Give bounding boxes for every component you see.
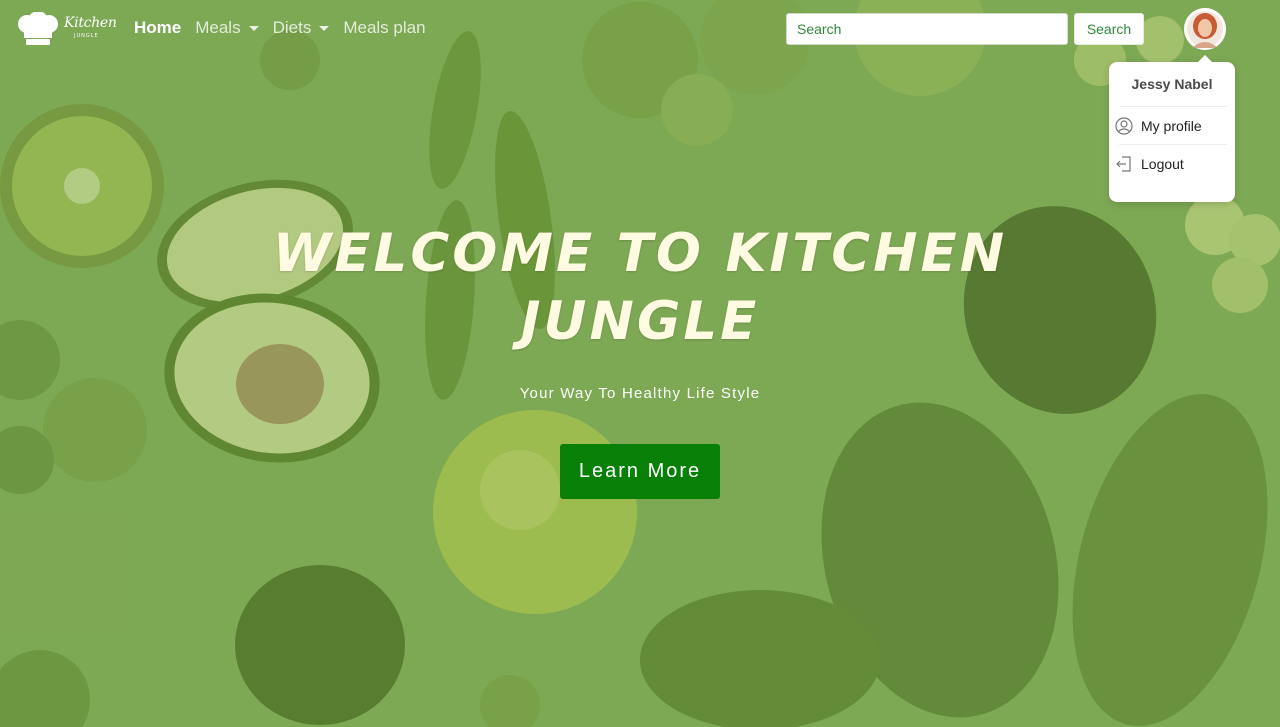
user-circle-icon bbox=[1115, 117, 1133, 135]
user-name: Jessy Nabel bbox=[1131, 76, 1213, 92]
hero-title: WELCOME TO KITCHEN JUNGLE bbox=[272, 223, 1008, 352]
search-button[interactable]: Search bbox=[1074, 13, 1144, 45]
menu-item-logout[interactable]: Logout bbox=[1115, 151, 1231, 177]
page: Kitchen JUNGLE Home Meals Diets Meals pl… bbox=[0, 0, 1280, 727]
caret-down-icon bbox=[319, 25, 330, 31]
brand-name: Kitchen bbox=[64, 15, 117, 31]
user-avatar-icon bbox=[1184, 8, 1226, 50]
chef-hat-icon bbox=[18, 12, 58, 45]
avatar[interactable] bbox=[1184, 8, 1226, 50]
nav-item-meals-plan[interactable]: Meals plan bbox=[343, 18, 425, 38]
hero-subtitle: Your Way To Healthy Life Style bbox=[519, 385, 761, 402]
menu-item-my-profile[interactable]: My profile bbox=[1115, 113, 1231, 139]
background-overlay bbox=[0, 0, 1280, 727]
nav-item-label: Meals bbox=[195, 18, 241, 37]
search-input[interactable] bbox=[786, 13, 1068, 45]
brand-logo[interactable]: Kitchen JUNGLE bbox=[16, 10, 117, 48]
divider bbox=[1119, 106, 1227, 107]
logout-icon bbox=[1116, 156, 1131, 172]
nav-item-label: Meals plan bbox=[343, 18, 426, 37]
user-dropdown-menu: Jessy Nabel My profile Logout bbox=[1109, 55, 1235, 202]
nav-item-label: Diets bbox=[272, 18, 312, 37]
nav-item-meals[interactable]: Meals bbox=[195, 18, 259, 38]
navbar: Kitchen JUNGLE Home Meals Diets Meals pl… bbox=[0, 0, 1280, 58]
learn-more-button[interactable]: Learn More bbox=[560, 444, 720, 499]
divider bbox=[1119, 144, 1227, 145]
menu-item-label: My profile bbox=[1141, 118, 1202, 134]
nav-item-label: Home bbox=[134, 18, 182, 37]
nav-links: Home Meals Diets Meals plan bbox=[134, 18, 426, 38]
caret-down-icon bbox=[248, 25, 259, 31]
brand-tagline: JUNGLE bbox=[74, 33, 99, 39]
nav-item-diets[interactable]: Diets bbox=[273, 18, 330, 38]
nav-item-home[interactable]: Home bbox=[134, 18, 181, 38]
menu-item-label: Logout bbox=[1141, 156, 1184, 172]
